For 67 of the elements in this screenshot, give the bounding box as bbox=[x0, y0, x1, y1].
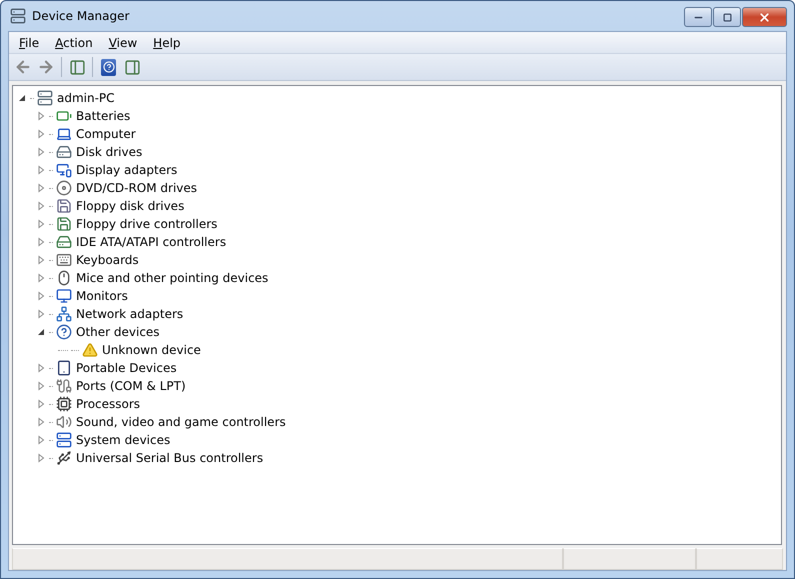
menu-item[interactable]: Help bbox=[145, 36, 189, 50]
tree-item[interactable]: Monitors bbox=[75, 289, 128, 303]
expanded-arrow-icon[interactable] bbox=[17, 93, 27, 103]
tree-item[interactable]: Universal Serial Bus controllers bbox=[75, 451, 264, 465]
tree-item[interactable]: Portable Devices bbox=[75, 361, 177, 375]
help-button[interactable] bbox=[101, 58, 116, 76]
collapsed-arrow-icon[interactable] bbox=[36, 309, 46, 319]
tree-item[interactable]: DVD/CD-ROM drives bbox=[75, 181, 198, 195]
collapsed-arrow-icon[interactable] bbox=[36, 237, 46, 247]
display-adapter-icon bbox=[56, 162, 72, 178]
collapsed-arrow-icon[interactable] bbox=[36, 255, 46, 265]
minimize-button[interactable] bbox=[684, 7, 712, 27]
collapsed-arrow-icon[interactable] bbox=[36, 147, 46, 157]
tree-item[interactable]: Network adapters bbox=[75, 307, 184, 321]
menu-item[interactable]: View bbox=[100, 36, 146, 50]
collapsed-arrow-icon[interactable] bbox=[36, 435, 46, 445]
tree-item[interactable]: Keyboards bbox=[75, 253, 139, 267]
window-title: Device Manager bbox=[32, 9, 130, 23]
processor-icon bbox=[56, 396, 72, 412]
collapsed-arrow-icon[interactable] bbox=[36, 219, 46, 229]
menu-item[interactable]: Action bbox=[47, 36, 101, 50]
tree-item[interactable]: Other devices bbox=[75, 325, 160, 339]
usb-icon bbox=[56, 450, 72, 466]
maximize-icon bbox=[722, 12, 732, 22]
disk-drive-icon bbox=[56, 144, 72, 160]
tree-item[interactable]: Processors bbox=[75, 397, 140, 411]
tree-item[interactable]: Floppy disk drives bbox=[75, 199, 184, 213]
warning-icon bbox=[82, 342, 98, 358]
disc-icon bbox=[56, 180, 72, 196]
collapsed-arrow-icon[interactable] bbox=[36, 111, 46, 121]
collapsed-arrow-icon[interactable] bbox=[36, 291, 46, 301]
mouse-icon bbox=[56, 270, 72, 286]
collapsed-arrow-icon[interactable] bbox=[36, 453, 46, 463]
tree-item[interactable]: Computer bbox=[75, 127, 136, 141]
collapsed-arrow-icon[interactable] bbox=[36, 165, 46, 175]
help-icon bbox=[102, 61, 114, 73]
close-button[interactable] bbox=[742, 7, 787, 27]
tree-item[interactable]: System devices bbox=[75, 433, 170, 447]
tree-item[interactable]: Unknown device bbox=[101, 343, 201, 357]
expanded-arrow-icon[interactable] bbox=[36, 327, 46, 337]
collapsed-arrow-icon[interactable] bbox=[36, 129, 46, 139]
tree-item[interactable]: Floppy drive controllers bbox=[75, 217, 218, 231]
tree-item[interactable]: IDE ATA/ATAPI controllers bbox=[75, 235, 226, 249]
portable-device-icon bbox=[56, 360, 72, 376]
close-icon bbox=[758, 10, 771, 24]
network-icon bbox=[56, 306, 72, 322]
collapsed-arrow-icon[interactable] bbox=[36, 201, 46, 211]
collapsed-arrow-icon[interactable] bbox=[36, 363, 46, 373]
maximize-button[interactable] bbox=[713, 7, 741, 27]
collapsed-arrow-icon[interactable] bbox=[36, 381, 46, 391]
collapsed-arrow-icon[interactable] bbox=[36, 399, 46, 409]
port-icon bbox=[56, 378, 72, 394]
tree-item[interactable]: Sound, video and game controllers bbox=[75, 415, 286, 429]
question-mark-icon bbox=[56, 324, 72, 340]
menu-item[interactable]: File bbox=[11, 36, 48, 50]
collapsed-arrow-icon[interactable] bbox=[36, 183, 46, 193]
tree-item[interactable]: Disk drives bbox=[75, 145, 142, 159]
tree-item[interactable]: Ports (COM & LPT) bbox=[75, 379, 186, 393]
collapsed-arrow-icon[interactable] bbox=[36, 417, 46, 427]
collapsed-arrow-icon[interactable] bbox=[36, 273, 46, 283]
tree-item[interactable]: Display adapters bbox=[75, 163, 178, 177]
monitor-icon bbox=[56, 288, 72, 304]
tree-item[interactable]: admin-PC bbox=[56, 91, 115, 105]
keyboard-icon bbox=[56, 252, 72, 268]
speaker-icon bbox=[56, 414, 72, 430]
tree-item[interactable]: Batteries bbox=[75, 109, 130, 123]
tree-item[interactable]: Mice and other pointing devices bbox=[75, 271, 268, 285]
